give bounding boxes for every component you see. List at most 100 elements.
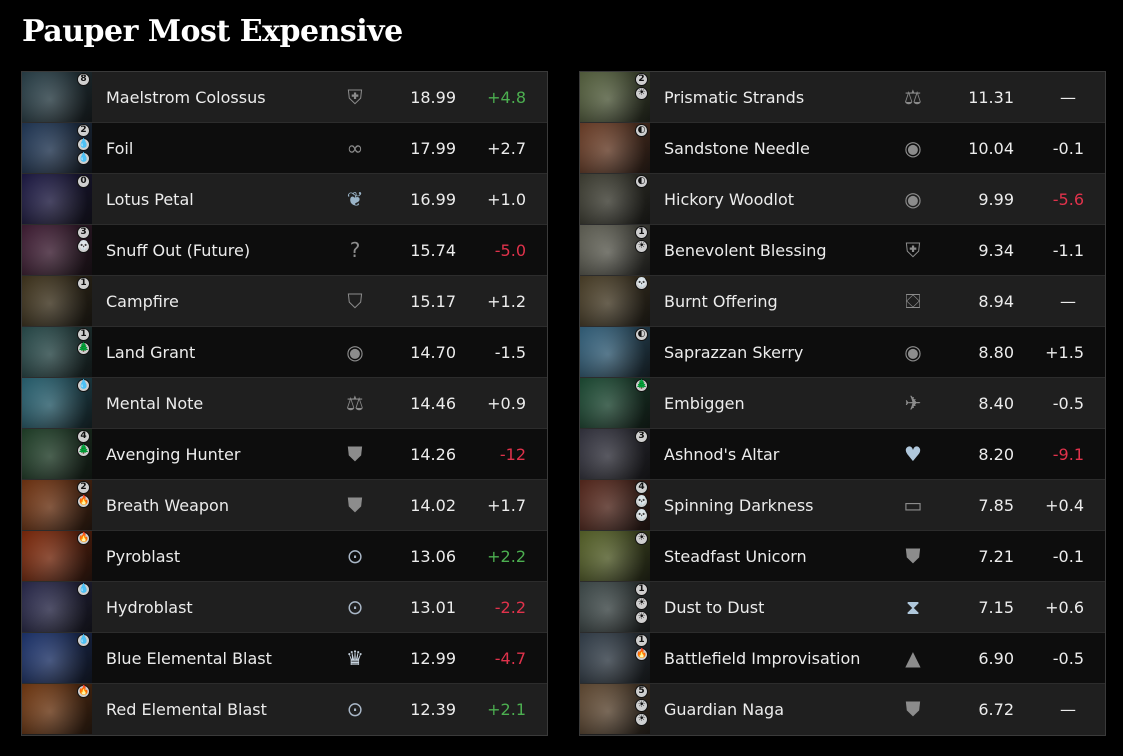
mana-cost: 4 🌲 <box>77 430 90 457</box>
card-name-link[interactable]: Guardian Naga <box>664 700 784 719</box>
card-art-thumbnail: 8 <box>22 72 92 122</box>
card-name-link[interactable]: Land Grant <box>106 343 195 362</box>
mask-icon: ◉ <box>904 187 922 211</box>
wing-icon: ✈ <box>904 391 922 415</box>
card-name-link[interactable]: Steadfast Unicorn <box>664 547 807 566</box>
card-art-thumbnail: 1 ☀ <box>580 225 650 275</box>
table-row[interactable]: 💀 Burnt Offering ⛋ 8.94 — <box>580 276 1105 327</box>
card-name-link[interactable]: Ashnod's Altar <box>664 445 779 464</box>
mana-symbol-icon: 4 <box>635 481 648 494</box>
price-change: -12 <box>499 444 526 464</box>
table-row[interactable]: 🔥 Red Elemental Blast ⊙ 12.39 +2.1 <box>22 684 547 735</box>
price-change: -0.1 <box>1052 138 1084 158</box>
table-row[interactable]: 4 💀 💀 Spinning Darkness ▭ 7.85 +0.4 <box>580 480 1105 531</box>
mana-cost: 🌲 <box>635 379 648 392</box>
card-art-thumbnail: 💧 <box>22 633 92 683</box>
table-row[interactable]: 2 ☀ Prismatic Strands ⚖ 11.31 — <box>580 72 1105 123</box>
mana-symbol-icon: 4 <box>77 430 90 443</box>
price-value: 9.99 <box>978 189 1014 209</box>
card-name-link[interactable]: Mental Note <box>106 394 203 413</box>
table-row[interactable]: ☀ Steadfast Unicorn ⛊ 7.21 -0.1 <box>580 531 1105 582</box>
table-row[interactable]: 8 Maelstrom Colossus ⛨ 18.99 +4.8 <box>22 72 547 123</box>
table-row[interactable]: 🌲 Embiggen ✈ 8.40 -0.5 <box>580 378 1105 429</box>
card-art-thumbnail: ◐ <box>580 327 650 377</box>
card-name-link[interactable]: Snuff Out (Future) <box>106 241 250 260</box>
mana-symbol-icon: 5 <box>635 685 648 698</box>
card-name-link[interactable]: Blue Elemental Blast <box>106 649 272 668</box>
table-row[interactable]: 2 💧 💧 Foil ∞ 17.99 +2.7 <box>22 123 547 174</box>
mana-cost: 2 🔥 <box>77 481 90 508</box>
card-name-link[interactable]: Foil <box>106 139 133 158</box>
table-row[interactable]: 💧 Blue Elemental Blast ♛ 12.99 -4.7 <box>22 633 547 684</box>
price-change: +1.7 <box>487 495 526 515</box>
price-value: 10.04 <box>968 138 1014 158</box>
price-value: 6.72 <box>978 700 1014 719</box>
table-row[interactable]: 0 Lotus Petal ❦ 16.99 +1.0 <box>22 174 547 225</box>
mana-cost: 💧 <box>77 634 90 647</box>
assassin-icon: ▲ <box>905 646 921 670</box>
card-name-link[interactable]: Sandstone Needle <box>664 139 810 158</box>
card-name-link[interactable]: Benevolent Blessing <box>664 241 827 260</box>
price-value: 13.01 <box>410 597 456 617</box>
table-row[interactable]: ◐ Sandstone Needle ◉ 10.04 -0.1 <box>580 123 1105 174</box>
card-name-link[interactable]: Hydroblast <box>106 598 193 617</box>
card-name-link[interactable]: Spinning Darkness <box>664 496 814 515</box>
card-name-link[interactable]: Red Elemental Blast <box>106 700 267 719</box>
card-name-link[interactable]: Pyroblast <box>106 547 180 566</box>
card-name-link[interactable]: Burnt Offering <box>664 292 778 311</box>
mana-symbol-icon: 1 <box>77 328 90 341</box>
price-value: 7.85 <box>978 495 1014 515</box>
table-row[interactable]: 3 Ashnod's Altar ♥ 8.20 -9.1 <box>580 429 1105 480</box>
table-row[interactable]: 1 🔥 Battlefield Improvisation ▲ 6.90 -0.5 <box>580 633 1105 684</box>
price-value: 8.40 <box>978 393 1014 413</box>
table-row[interactable]: 🔥 Pyroblast ⊙ 13.06 +2.2 <box>22 531 547 582</box>
mana-symbol-icon: 💀 <box>635 495 648 508</box>
table-row[interactable]: 1 Campfire ⛉ 15.17 +1.2 <box>22 276 547 327</box>
card-art-thumbnail: 2 ☀ <box>580 72 650 122</box>
table-row[interactable]: 4 🌲 Avenging Hunter ⛊ 14.26 -12 <box>22 429 547 480</box>
table-row[interactable]: 1 ☀ ☀ Dust to Dust ⧗ 7.15 +0.6 <box>580 582 1105 633</box>
price-change: +1.2 <box>487 291 526 311</box>
card-name-link[interactable]: Embiggen <box>664 394 745 413</box>
mana-symbol-icon: 🔥 <box>635 648 648 661</box>
mana-symbol-icon: 💀 <box>635 509 648 522</box>
mana-symbol-icon: ☀ <box>635 240 648 253</box>
card-name-link[interactable]: Hickory Woodlot <box>664 190 794 209</box>
mana-symbol-icon: 💧 <box>77 634 90 647</box>
mask-icon: ◉ <box>904 340 922 364</box>
table-row[interactable]: 2 🔥 Breath Weapon ⛊ 14.02 +1.7 <box>22 480 547 531</box>
card-art-thumbnail: 0 <box>22 174 92 224</box>
table-row[interactable]: 💧 Hydroblast ⊙ 13.01 -2.2 <box>22 582 547 633</box>
card-name-link[interactable]: Breath Weapon <box>106 496 229 515</box>
table-row[interactable]: 💧 Mental Note ⚖ 14.46 +0.9 <box>22 378 547 429</box>
hourglass-icon: ⧗ <box>905 595 921 619</box>
book-icon: ▭ <box>903 493 923 517</box>
mana-symbol-icon: ◐ <box>635 175 648 188</box>
table-row[interactable]: 1 🌲 Land Grant ◉ 14.70 -1.5 <box>22 327 547 378</box>
card-name-link[interactable]: Battlefield Improvisation <box>664 649 860 668</box>
price-change: +2.7 <box>487 138 526 158</box>
table-row[interactable]: ◐ Saprazzan Skerry ◉ 8.80 +1.5 <box>580 327 1105 378</box>
card-name-link[interactable]: Dust to Dust <box>664 598 764 617</box>
card-art-thumbnail: 1 <box>22 276 92 326</box>
mana-cost: 0 <box>77 175 90 188</box>
mana-symbol-icon: 1 <box>77 277 90 290</box>
mana-symbol-icon: 🔥 <box>77 532 90 545</box>
card-name-link[interactable]: Maelstrom Colossus <box>106 88 266 107</box>
card-name-link[interactable]: Campfire <box>106 292 179 311</box>
mana-cost: 3 <box>635 430 648 443</box>
mana-cost: ☀ <box>635 532 648 545</box>
shield-icon: ⛊ <box>905 544 921 568</box>
price-value: 9.34 <box>978 240 1014 260</box>
table-row[interactable]: 5 ☀ ☀ Guardian Naga ⛊ 6.72— <box>580 684 1105 735</box>
card-name-link[interactable]: Avenging Hunter <box>106 445 240 464</box>
table-row[interactable]: 3 💀 Snuff Out (Future)? 15.74 -5.0 <box>22 225 547 276</box>
card-name-link[interactable]: Saprazzan Skerry <box>664 343 803 362</box>
card-name-link[interactable]: Prismatic Strands <box>664 88 804 107</box>
card-art-thumbnail: 💀 <box>580 276 650 326</box>
mana-symbol-icon: 💧 <box>77 379 90 392</box>
shield-icon: ⛊ <box>347 493 363 517</box>
table-row[interactable]: ◐ Hickory Woodlot ◉ 9.99 -5.6 <box>580 174 1105 225</box>
table-row[interactable]: 1 ☀ Benevolent Blessing ⛨ 9.34 -1.1 <box>580 225 1105 276</box>
card-name-link[interactable]: Lotus Petal <box>106 190 194 209</box>
